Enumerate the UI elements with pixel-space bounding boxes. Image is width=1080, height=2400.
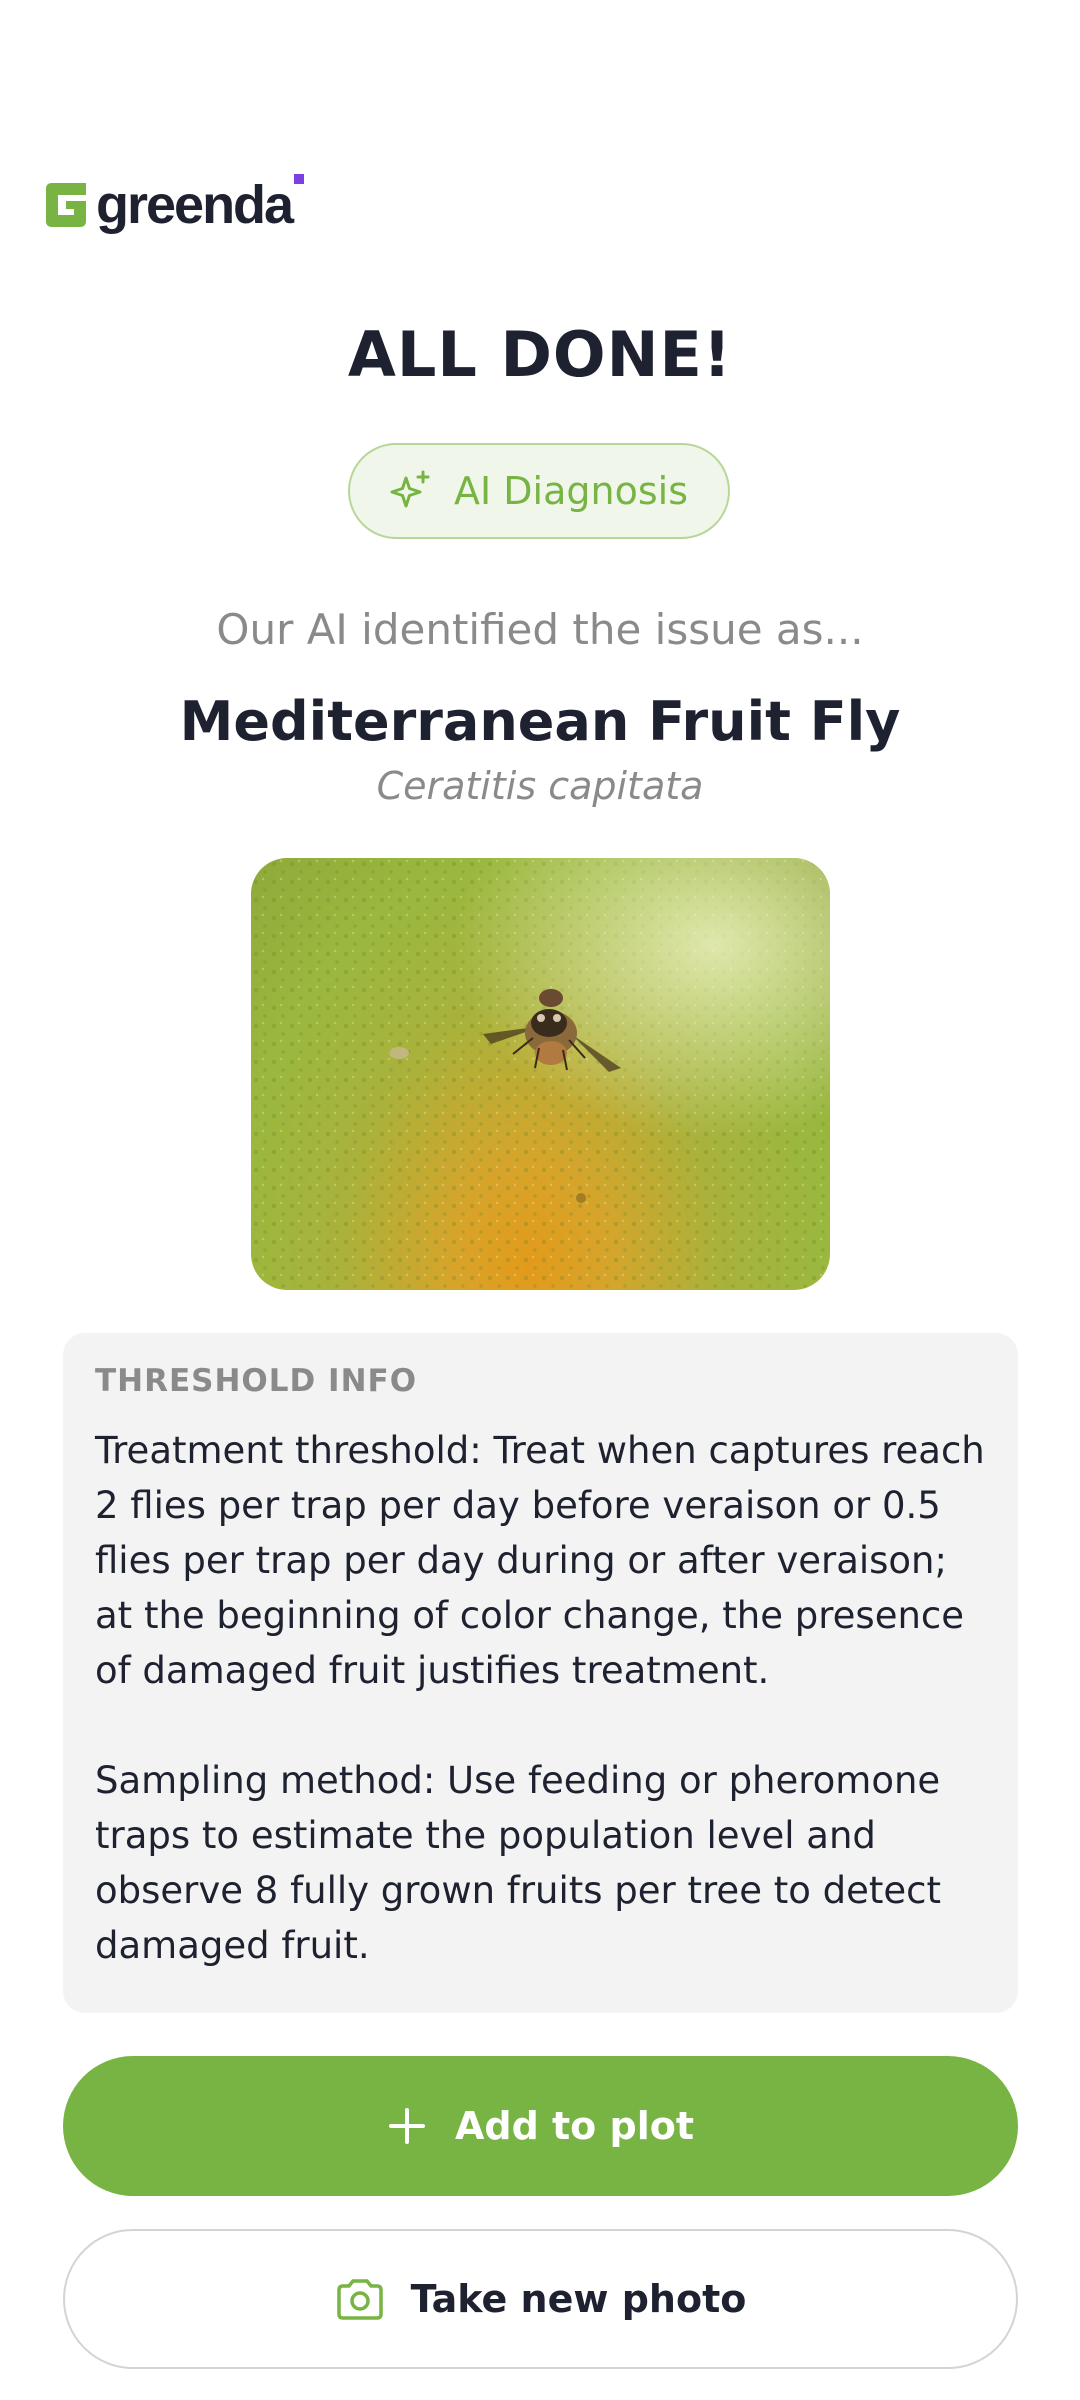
pest-scientific-name: Ceratitis capitata	[376, 764, 704, 808]
brand-dot	[294, 174, 305, 184]
add-to-plot-button[interactable]: Add to plot	[63, 2056, 1018, 2196]
sampling-method-text: Sampling method: Use feeding or pheromon…	[95, 1759, 941, 1967]
badge-label: AI Diagnosis	[454, 469, 688, 513]
threshold-info-heading: THRESHOLD INFO	[95, 1363, 418, 1399]
sparkle-icon	[390, 470, 430, 508]
greenda-logo-icon	[46, 183, 86, 227]
threshold-info-card: THRESHOLD INFO Treatment threshold: Trea…	[63, 1333, 1018, 2013]
ai-diagnosis-badge: AI Diagnosis	[348, 443, 730, 539]
take-new-photo-button[interactable]: Take new photo	[63, 2229, 1018, 2369]
brand-logo: greenda	[40, 174, 305, 235]
fruit-fly-illustration	[251, 858, 830, 1290]
treatment-threshold-text: Treatment threshold: Treat when captures…	[95, 1429, 985, 1692]
take-new-photo-label: Take new photo	[410, 2277, 747, 2321]
pest-photo	[251, 858, 830, 1290]
identification-intro: Our AI identified the issue as...	[216, 605, 864, 654]
camera-icon	[336, 2279, 383, 2320]
pest-common-name: Mediterranean Fruit Fly	[179, 690, 901, 753]
plus-icon	[388, 2108, 425, 2144]
brand-name: greenda	[96, 174, 305, 232]
add-to-plot-label: Add to plot	[454, 2104, 695, 2148]
page-title: ALL DONE!	[347, 318, 733, 391]
